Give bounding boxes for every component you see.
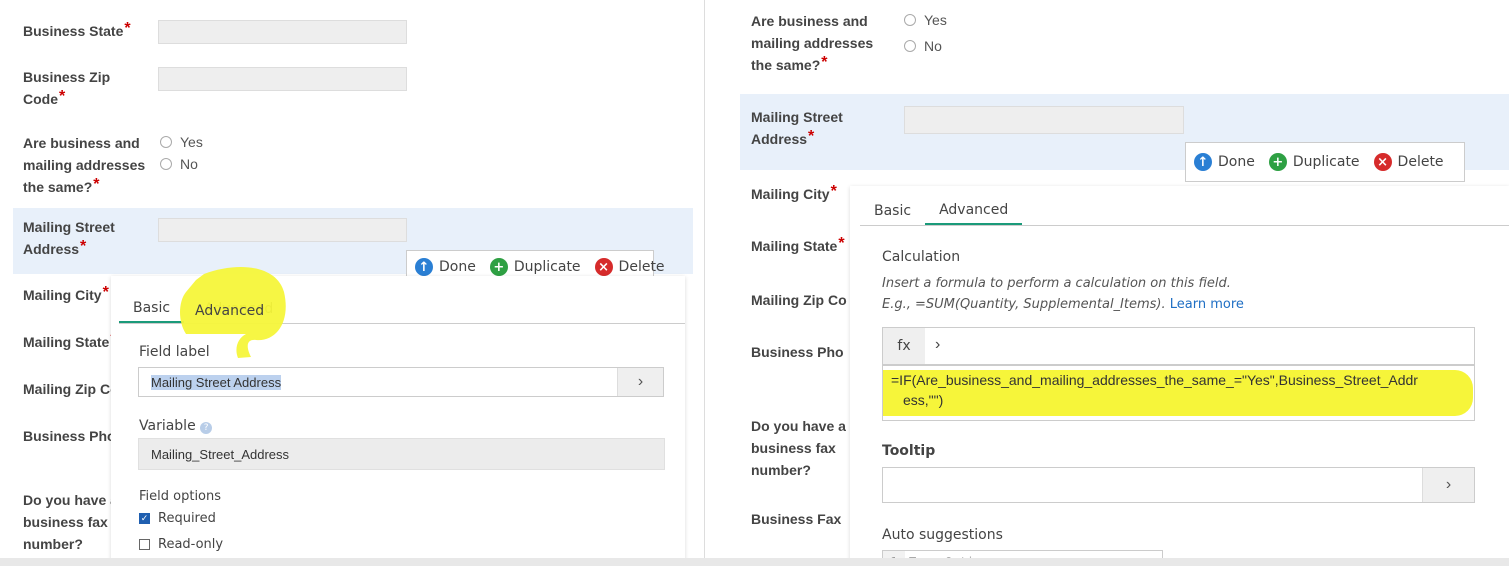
- formula-line-1: =IF(Are_business_and_mailing_addresses_t…: [891, 372, 1418, 388]
- arrow-up-icon: ↑: [415, 258, 433, 276]
- done-button[interactable]: ↑ Done: [415, 258, 476, 276]
- business-state-label: Business State*: [23, 20, 131, 39]
- bottom-scroll-bar[interactable]: [0, 558, 1509, 566]
- chevron-right-icon[interactable]: ›: [935, 336, 940, 354]
- formula-toolbar: fx ›: [882, 327, 1475, 365]
- learn-more-link[interactable]: Learn more: [1170, 297, 1244, 312]
- chevron-right-icon[interactable]: ›: [617, 368, 663, 396]
- plus-icon: +: [1268, 153, 1287, 171]
- close-icon: ×: [1373, 153, 1392, 171]
- mailing-zip-label: Mailing Zip Co: [23, 381, 119, 397]
- duplicate-button[interactable]: + Duplicate: [489, 258, 581, 276]
- same-address-label: Are business and mailing addresses the sam…: [23, 135, 146, 195]
- mailing-street-input-right[interactable]: [904, 106, 1184, 134]
- tab-advanced-right[interactable]: Advanced: [925, 196, 1023, 225]
- settings-tabs-right: Basic Advanced: [860, 196, 1509, 226]
- duplicate-button-right[interactable]: + Duplicate: [1268, 153, 1360, 171]
- field-label-input[interactable]: Mailing Street Address ›: [138, 367, 664, 397]
- mailing-street-label-right: Mailing Street Address*: [751, 109, 843, 147]
- radio-no-right[interactable]: No: [904, 36, 942, 56]
- mailing-street-label: Mailing Street Address*: [23, 219, 115, 257]
- business-phone-label: Business Pho: [23, 428, 116, 444]
- fx-icon[interactable]: fx: [883, 328, 925, 364]
- variable-input[interactable]: Mailing_Street_Address: [138, 438, 665, 470]
- mailing-street-input[interactable]: [158, 218, 407, 242]
- mailing-state-label-right: Mailing State*: [751, 235, 845, 254]
- mailing-state-label: Mailing State*: [23, 331, 117, 350]
- tooltip-input[interactable]: ›: [882, 467, 1475, 503]
- business-phone-label-right: Business Pho: [751, 344, 844, 360]
- close-icon: ×: [594, 258, 613, 276]
- screen-divider: [704, 0, 705, 566]
- tooltip-title: Tooltip: [882, 443, 936, 459]
- calculation-example: E.g., =SUM(Quantity, Supplemental_Items)…: [882, 297, 1244, 312]
- field-label-value: Mailing Street Address: [151, 374, 282, 390]
- fax-question-label-right: Do you have a business fax number?: [751, 418, 846, 478]
- field-options-title: Field options: [139, 489, 222, 504]
- tab-advanced-overlay-label: Advanced: [195, 303, 265, 319]
- auto-suggestions-title: Auto suggestions: [882, 527, 1003, 543]
- help-icon[interactable]: ?: [200, 422, 213, 434]
- radio-yes[interactable]: Yes: [160, 132, 203, 152]
- done-button-right[interactable]: ↑ Done: [1194, 153, 1255, 171]
- calculation-hint: Insert a formula to perform a calculatio…: [882, 276, 1231, 291]
- mailing-city-label-right: Mailing City*: [751, 183, 837, 202]
- radio-yes-right[interactable]: Yes: [904, 10, 947, 30]
- field-toolbar-right: ↑ Done + Duplicate × Delete: [1185, 142, 1465, 182]
- fax-question-label: Do you have a business fax number?: [23, 492, 118, 552]
- formula-textarea[interactable]: =IF(Are_business_and_mailing_addresses_t…: [882, 365, 1475, 421]
- plus-icon: +: [489, 258, 508, 276]
- mailing-zip-label-right: Mailing Zip Co: [751, 292, 847, 308]
- arrow-up-icon: ↑: [1194, 153, 1212, 171]
- business-fax-label-right: Business Fax: [751, 511, 842, 527]
- business-zip-input[interactable]: [158, 67, 407, 91]
- variable-title: Variable ?: [139, 418, 213, 434]
- tab-basic-right[interactable]: Basic: [860, 196, 925, 225]
- chevron-right-icon[interactable]: ›: [1422, 468, 1474, 502]
- mailing-city-label: Mailing City*: [23, 284, 109, 303]
- checkmark-icon: ✓: [139, 513, 150, 524]
- radio-no[interactable]: No: [160, 154, 198, 174]
- required-checkbox[interactable]: ✓ Required: [139, 511, 216, 526]
- same-address-label-right: Are business and mailing addresses the sam…: [751, 13, 874, 73]
- tab-basic[interactable]: Basic: [119, 294, 185, 323]
- delete-button-right[interactable]: × Delete: [1373, 153, 1444, 171]
- readonly-checkbox[interactable]: Read-only: [139, 537, 223, 552]
- business-state-input[interactable]: [158, 20, 407, 44]
- calculation-title: Calculation: [882, 249, 961, 265]
- delete-button[interactable]: × Delete: [594, 258, 665, 276]
- formula-line-2: ess,""): [903, 392, 944, 408]
- business-zip-label: Business Zip Code*: [23, 69, 111, 107]
- field-settings-panel-right: Basic Advanced Calculation Insert a form…: [850, 186, 1509, 566]
